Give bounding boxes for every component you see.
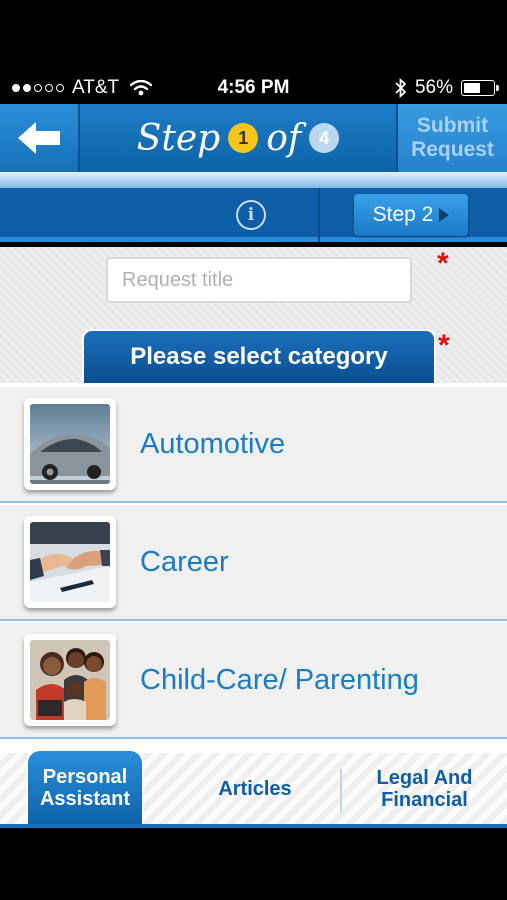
submit-request-button[interactable]: Submit Request: [396, 104, 507, 172]
handshake-icon: [24, 516, 116, 608]
status-right: 56%: [395, 77, 499, 99]
family-photo: [30, 640, 110, 720]
handshake-photo: [30, 522, 110, 602]
battery-percent: 56%: [414, 77, 453, 98]
header-separator: [0, 172, 507, 188]
submit-label-line1: Submit: [416, 114, 489, 137]
battery-icon: [461, 80, 499, 96]
step-toolbar: i Step 2: [0, 188, 507, 242]
tab-label-line2: Financial: [381, 788, 468, 811]
request-form: * Please select category *: [0, 247, 507, 383]
car-icon: [24, 398, 116, 490]
play-arrow-icon: [439, 208, 450, 222]
battery-fill: [464, 83, 480, 93]
of-word: of: [266, 117, 302, 159]
family-icon: [24, 634, 116, 726]
top-letterbox: [0, 0, 507, 72]
category-item-automotive[interactable]: Automotive: [0, 387, 507, 503]
category-heading: Please select category: [82, 329, 436, 383]
category-label: Automotive: [140, 427, 286, 460]
required-marker: *: [437, 247, 449, 280]
back-button[interactable]: [0, 104, 80, 172]
required-marker: *: [438, 329, 450, 362]
category-item-career[interactable]: Career: [0, 505, 507, 621]
category-item-child-care-parenting[interactable]: Child-Care/ Parenting: [0, 623, 507, 739]
step-indicator: Step 1 of 4: [82, 104, 394, 172]
step-word: Step: [136, 117, 221, 159]
category-label: Career: [140, 545, 229, 578]
app-header: Step 1 of 4 Submit Request: [0, 104, 507, 172]
submit-label-line2: Request: [411, 138, 494, 161]
tab-legal-and-financial[interactable]: Legal And Financial: [342, 753, 507, 824]
status-bar: AT&T 4:56 PM 56%: [0, 72, 507, 104]
total-steps-badge: 4: [309, 123, 340, 153]
bottom-letterbox: [0, 828, 507, 900]
bottom-tab-bar: Personal Assistant Articles Legal And Fi…: [0, 749, 507, 828]
tab-label-line1: Legal And: [376, 766, 473, 789]
tab-label: Articles: [218, 777, 292, 800]
tab-label-line2: Assistant: [39, 787, 131, 810]
next-step-label: Step 2: [372, 203, 434, 226]
category-label: Child-Care/ Parenting: [140, 663, 419, 696]
tab-personal-assistant[interactable]: Personal Assistant: [26, 749, 144, 824]
tab-label-line1: Personal: [42, 765, 128, 788]
next-step-button[interactable]: Step 2: [354, 194, 468, 236]
tab-articles[interactable]: Articles: [170, 753, 340, 824]
info-icon[interactable]: i: [236, 200, 266, 230]
bluetooth-icon: [395, 78, 407, 98]
current-step-badge: 1: [228, 123, 259, 153]
back-arrow-icon: [18, 122, 60, 154]
toolbar-divider: [318, 188, 320, 242]
request-title-input[interactable]: [106, 257, 412, 303]
car-photo: [30, 404, 110, 484]
category-list: Automotive Career Child-Care/ Parenting: [0, 383, 507, 753]
